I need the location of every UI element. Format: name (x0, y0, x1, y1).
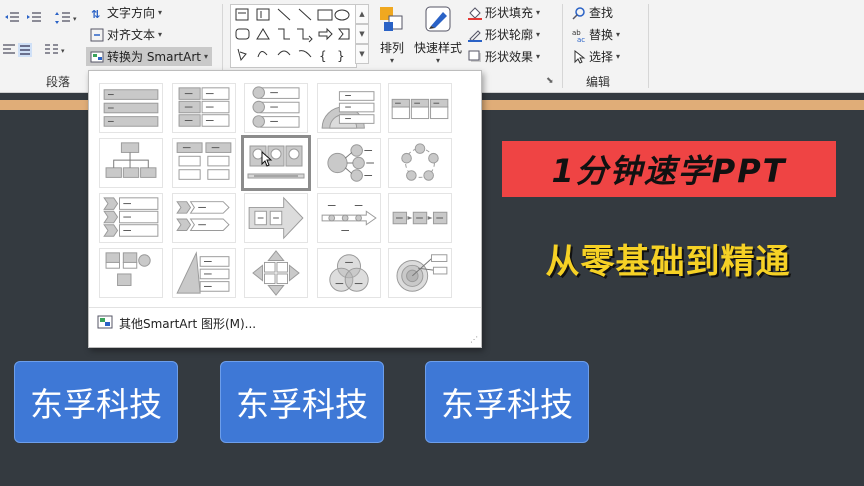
convert-smartart-button[interactable]: 转换为 SmartArt ▾ (86, 47, 212, 66)
smartart-layout-tile[interactable] (99, 248, 163, 298)
svg-text:▾: ▾ (61, 47, 65, 55)
justify-icon[interactable] (18, 42, 32, 61)
arrange-button[interactable]: 排列 ▾ (378, 4, 406, 65)
resize-grip-icon[interactable]: ⋰ (470, 335, 478, 344)
pen-outline-icon (468, 28, 482, 42)
shape-outline-button[interactable]: 形状轮廓 ▾ (468, 26, 540, 43)
smartart-layout-tile[interactable] (388, 83, 452, 133)
cursor-arrow-icon (572, 49, 586, 64)
smartart-layout-tile[interactable] (317, 193, 381, 243)
svg-text:▾: ▾ (73, 15, 77, 23)
smartart-layout-tile[interactable] (244, 83, 308, 133)
select-button[interactable]: 选择 ▾ (572, 48, 620, 65)
text-box-shape[interactable]: 东孚科技 (425, 361, 589, 443)
slide-subtitle: 从零基础到精通 (545, 241, 791, 282)
smartart-layout-tile[interactable] (172, 248, 236, 298)
columns-icon[interactable]: ▾ (44, 42, 70, 61)
text-box-shape[interactable]: 东孚科技 (220, 361, 384, 443)
select-label: 选择 (589, 50, 614, 64)
smartart-layout-tile[interactable] (317, 248, 381, 298)
find-label: 查找 (589, 6, 614, 20)
shape-effects-icon (468, 50, 482, 64)
arrange-label: 排列 (379, 41, 404, 55)
text-box-shape[interactable]: 东孚科技 (14, 361, 178, 443)
more-smartart-link[interactable]: 其他SmartArt 图形(M)... (97, 315, 256, 332)
quick-styles-button[interactable]: 快速样式 ▾ (414, 4, 462, 65)
smartart-layout-tile[interactable] (172, 193, 236, 243)
quick-styles-icon (423, 4, 453, 37)
smartart-gallery-dropdown[interactable]: 其他SmartArt 图形(M)... ⋰ (88, 70, 482, 348)
shape-effects-button[interactable]: 形状效果 ▾ (468, 48, 540, 65)
text-direction-button[interactable]: ⇅ 文字方向 ▾ (90, 4, 162, 21)
scroll-down-icon[interactable]: ▼ (355, 24, 369, 44)
shape-fill-button[interactable]: 形状填充 ▾ (468, 4, 540, 21)
smartart-layout-tile[interactable] (244, 193, 308, 243)
smartart-layout-tile[interactable] (317, 83, 381, 133)
svg-text:⇅: ⇅ (91, 8, 100, 20)
search-icon (572, 6, 586, 20)
dialog-launcher-icon[interactable]: ⬊ (546, 76, 554, 86)
find-button[interactable]: 查找 (572, 4, 613, 21)
svg-text:ac: ac (577, 36, 585, 42)
text-direction-icon: ⇅ (90, 6, 104, 21)
align-text-label: 对齐文本 (107, 28, 156, 42)
smartart-layout-tile[interactable] (317, 138, 381, 188)
arrange-icon (378, 4, 406, 37)
increase-indent-icon[interactable] (26, 10, 42, 29)
replace-button[interactable]: ab ac 替换 ▾ (572, 26, 620, 44)
quick-styles-label: 快速样式 (414, 41, 463, 55)
separator (648, 4, 649, 88)
smartart-layout-tile[interactable] (244, 248, 308, 298)
more-smartart-label: 其他SmartArt 图形(M)... (119, 317, 257, 331)
dropdown-divider (89, 307, 481, 308)
gallery-more-icon[interactable]: ▼ (355, 44, 369, 64)
align-text-icon (90, 28, 104, 42)
editing-group-label: 编辑 (586, 75, 611, 89)
smartart-layout-tile[interactable] (172, 83, 236, 133)
smartart-layout-tile[interactable] (388, 138, 452, 188)
scroll-up-icon[interactable]: ▲ (355, 4, 369, 24)
shapes-gallery-scroll[interactable]: ▲ ▼ ▼ (355, 4, 369, 66)
smartart-layout-tile[interactable] (172, 138, 236, 188)
slide-title-banner: 1分钟速学PPT (502, 141, 836, 197)
smartart-layout-tile[interactable] (99, 138, 163, 188)
paint-bucket-icon (468, 6, 482, 20)
smartart-layout-tile[interactable] (388, 193, 452, 243)
separator (562, 4, 563, 88)
replace-label: 替换 (589, 28, 614, 42)
smartart-layout-tile[interactable] (99, 83, 163, 133)
replace-icon: ab ac (572, 28, 586, 44)
smartart-layout-tile[interactable] (99, 193, 163, 243)
paragraph-group-label: 段落 (46, 75, 71, 89)
smartart-layout-tile[interactable] (388, 248, 452, 298)
convert-smartart-label: 转换为 SmartArt (107, 50, 201, 64)
shapes-gallery[interactable]: { } (230, 4, 357, 68)
decrease-indent-icon[interactable] (4, 10, 20, 29)
shape-outline-label: 形状轮廓 (485, 28, 534, 42)
align-text-button[interactable]: 对齐文本 ▾ (90, 26, 162, 43)
svg-text:{: { (319, 49, 327, 63)
smartart-layout-tile-selected[interactable] (241, 135, 311, 191)
shape-fill-label: 形状填充 (485, 6, 534, 20)
smartart-graphic-icon (97, 315, 113, 332)
text-direction-label: 文字方向 (107, 6, 156, 20)
line-spacing-icon[interactable]: ▾ (54, 10, 80, 29)
svg-text:}: } (337, 49, 345, 63)
shape-effects-label: 形状效果 (485, 50, 534, 64)
smartart-icon (90, 50, 104, 64)
align-left-icon[interactable] (2, 42, 16, 61)
